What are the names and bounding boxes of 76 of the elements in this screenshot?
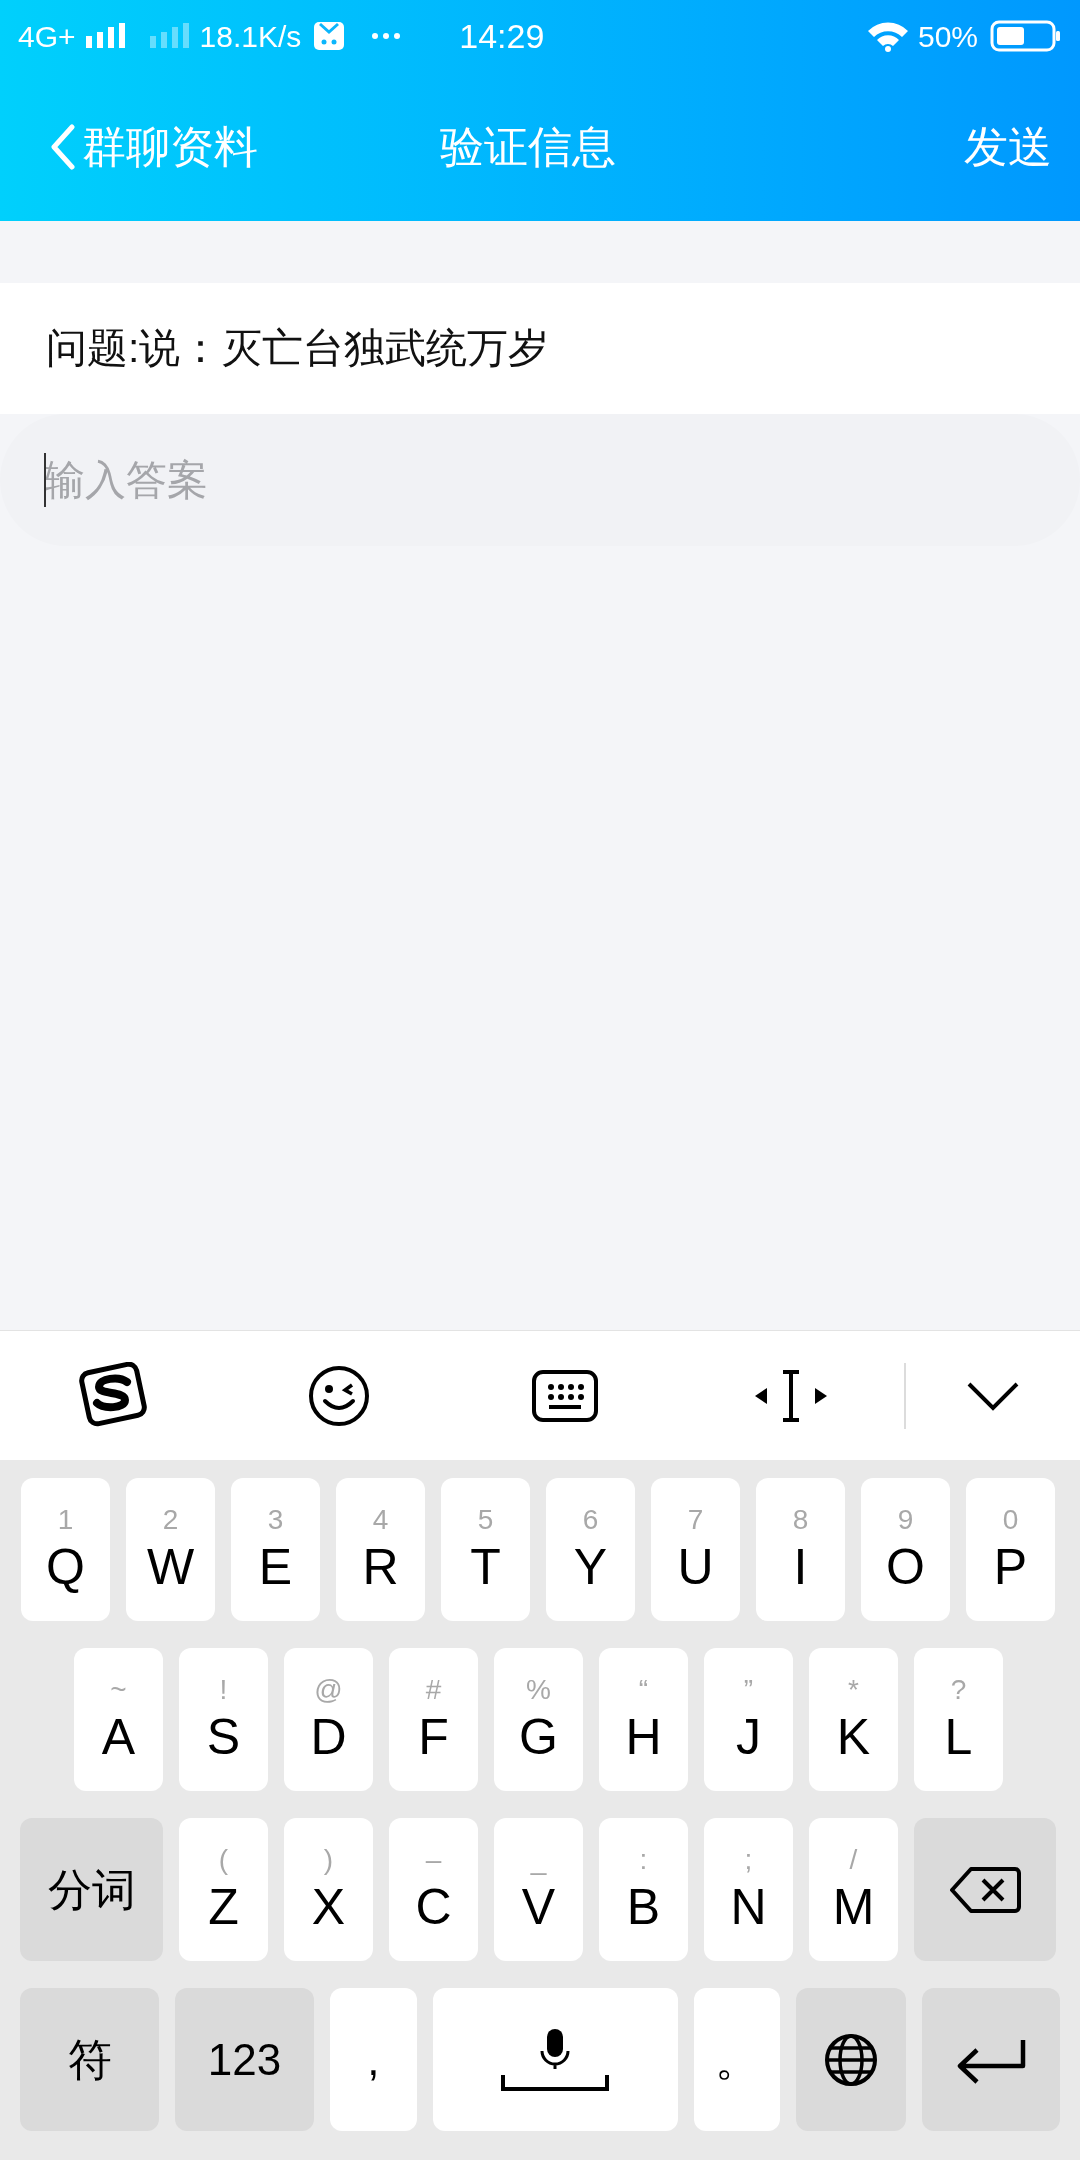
key-hint: #	[425, 1672, 442, 1707]
key-hint: 7	[687, 1502, 704, 1537]
key[interactable]: 0 P	[966, 1478, 1055, 1621]
key[interactable]: # F	[389, 1648, 478, 1791]
delete-icon	[949, 1864, 1021, 1915]
key-hint: 3	[267, 1502, 284, 1537]
key[interactable]: ; N	[704, 1818, 793, 1961]
space-key[interactable]	[432, 1988, 678, 2131]
question-text: 问题:说：灭亡台独武统万岁	[46, 323, 550, 373]
back-icon	[50, 123, 76, 170]
key-hint: !	[219, 1672, 228, 1707]
key[interactable]: / M	[809, 1818, 898, 1961]
signal-icon	[83, 22, 128, 50]
key-hint: @	[314, 1672, 343, 1707]
key-hint: %	[526, 1672, 551, 1707]
globe-icon	[824, 2032, 879, 2087]
key-hint: ”	[743, 1672, 754, 1707]
key[interactable]: ~ A	[74, 1648, 163, 1791]
key[interactable]: % G	[494, 1648, 583, 1791]
key[interactable]: * K	[809, 1648, 898, 1791]
globe-key[interactable]	[796, 1988, 906, 2131]
key-hint: 1	[57, 1502, 74, 1537]
key[interactable]: 符	[20, 1988, 160, 2131]
enter-key[interactable]	[922, 1988, 1061, 2131]
key-hint: 5	[477, 1502, 494, 1537]
key[interactable]: “ H	[599, 1648, 688, 1791]
key[interactable]: 4 R	[336, 1478, 425, 1621]
key-hint: /	[849, 1842, 858, 1877]
key[interactable]: 123	[175, 1988, 315, 2131]
key-hint: (	[218, 1842, 229, 1877]
clock: 14:29	[459, 15, 545, 57]
key[interactable]: ( Z	[179, 1818, 268, 1961]
delete-key[interactable]	[914, 1818, 1056, 1961]
key[interactable]: ! S	[179, 1648, 268, 1791]
app-notification-icon	[313, 20, 346, 52]
key[interactable]: ) X	[284, 1818, 373, 1961]
key-hint: ?	[950, 1672, 967, 1707]
key-hint: 0	[1002, 1502, 1019, 1537]
key[interactable]: 1 Q	[21, 1478, 110, 1621]
key[interactable]: : B	[599, 1818, 688, 1961]
key[interactable]: ” J	[704, 1648, 793, 1791]
key-hint: :	[639, 1842, 648, 1877]
key[interactable]: 分词	[20, 1818, 163, 1961]
page-title: 验证信息	[440, 120, 616, 173]
key[interactable]: 6 Y	[546, 1478, 635, 1621]
battery-icon	[990, 20, 1062, 52]
key[interactable]: 8 I	[756, 1478, 845, 1621]
key-hint: 2	[162, 1502, 179, 1537]
space-bar-icon	[500, 2026, 611, 2093]
network-label: 4G+	[18, 18, 76, 55]
key[interactable]: ,	[330, 1988, 417, 2131]
key-hint: )	[323, 1842, 334, 1877]
key-hint: –	[425, 1842, 442, 1877]
key-hint: ;	[744, 1842, 753, 1877]
key[interactable]: – C	[389, 1818, 478, 1961]
key[interactable]: _ V	[494, 1818, 583, 1961]
key-hint: 4	[372, 1502, 389, 1537]
key[interactable]: @ D	[284, 1648, 373, 1791]
key-hint: 9	[897, 1502, 914, 1537]
key[interactable]: 9 O	[861, 1478, 950, 1621]
signal-icon	[147, 22, 192, 50]
key-hint: 8	[792, 1502, 809, 1537]
key-hint: 6	[582, 1502, 599, 1537]
key-hint: “	[638, 1672, 649, 1707]
network-speed: 18.1K/s	[199, 18, 302, 55]
key-hint: _	[530, 1842, 547, 1877]
key[interactable]: 3 E	[231, 1478, 320, 1621]
key[interactable]: ? L	[914, 1648, 1003, 1791]
key[interactable]: 5 T	[441, 1478, 530, 1621]
key[interactable]: 7 U	[651, 1478, 740, 1621]
more-icon	[371, 32, 402, 40]
key[interactable]: 。	[693, 1988, 781, 2131]
key-hint: ~	[110, 1672, 127, 1707]
battery-label: 50%	[917, 18, 978, 55]
key[interactable]: 2 W	[126, 1478, 215, 1621]
key-hint: *	[848, 1672, 859, 1707]
